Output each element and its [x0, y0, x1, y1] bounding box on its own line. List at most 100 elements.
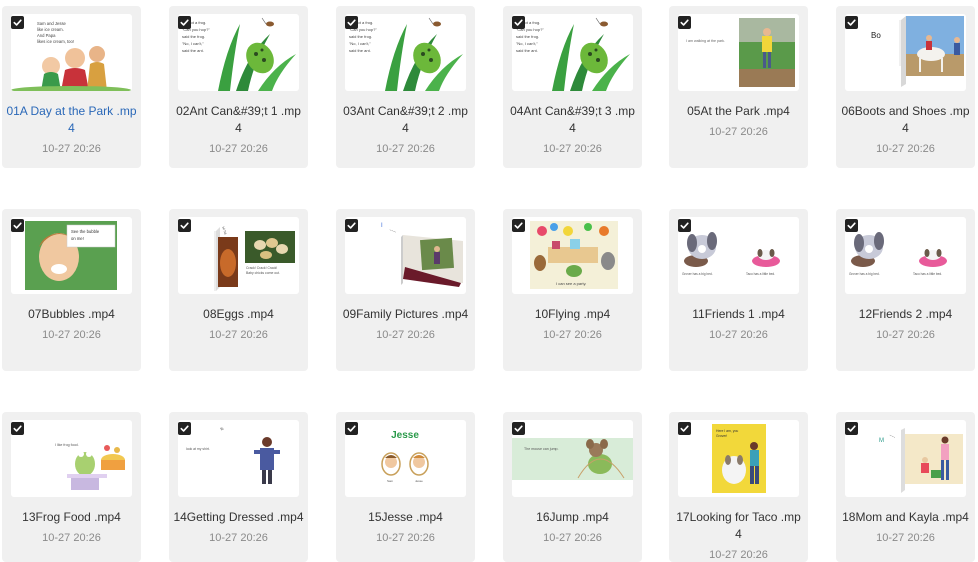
checkbox-checked-icon[interactable]: [178, 219, 191, 232]
svg-text:said the ant.: said the ant.: [516, 48, 538, 53]
file-card[interactable]: Hi ha Crack! Crack! Crack! Baby chicks com…: [169, 209, 308, 371]
svg-text:"No, I can't,": "No, I can't,": [182, 41, 204, 46]
svg-text:I like frog food.: I like frog food.: [55, 443, 79, 447]
file-name[interactable]: 12Friends 2 .mp4: [840, 306, 971, 323]
file-name[interactable]: 14Getting Dressed .mp4: [173, 509, 304, 526]
file-name[interactable]: 02Ant Can&#39;t 1 .mp4: [173, 103, 304, 137]
file-date: 10-27 20:26: [543, 329, 602, 341]
file-card[interactable]: I ~~~ 09Family Pictures .mp4 10-27 20:26: [336, 209, 475, 371]
file-name[interactable]: 05At the Park .mp4: [673, 103, 804, 120]
video-thumbnail[interactable]: Here I am, you Grover!: [678, 420, 799, 497]
file-name[interactable]: 01A Day at the Park .mp4: [6, 103, 137, 137]
file-card[interactable]: Jesse Sam Jesse 15Jesse .mp4 10-27 20:26: [336, 412, 475, 562]
video-thumbnail[interactable]: The mouse can jump.: [512, 420, 633, 497]
file-date: 10-27 20:26: [209, 143, 268, 155]
file-name[interactable]: 15Jesse .mp4: [340, 509, 471, 526]
checkbox-checked-icon[interactable]: [512, 422, 525, 435]
file-date: 10-27 20:26: [376, 143, 435, 155]
checkbox-checked-icon[interactable]: [845, 219, 858, 232]
file-date: 10-27 20:26: [876, 329, 935, 341]
svg-text:al: al: [219, 426, 225, 431]
checkbox-checked-icon[interactable]: [678, 422, 691, 435]
file-name[interactable]: 16Jump .mp4: [507, 509, 638, 526]
svg-text:Grover!: Grover!: [716, 434, 727, 438]
svg-text:said the frog.: said the frog.: [516, 34, 539, 39]
checkbox-checked-icon[interactable]: [345, 16, 358, 29]
file-name[interactable]: 08Eggs .mp4: [173, 306, 304, 323]
file-card[interactable]: I'm not a frog. "Can you hop?" said the fr…: [169, 6, 308, 168]
file-name[interactable]: 07Bubbles .mp4: [6, 306, 137, 323]
file-date: 10-27 20:26: [709, 549, 768, 561]
file-name[interactable]: 11Friends 1 .mp4: [673, 306, 804, 323]
checkbox-checked-icon[interactable]: [345, 219, 358, 232]
file-card[interactable]: look at my shirt. al 14Getting Dressed .mp…: [169, 412, 308, 562]
video-thumbnail[interactable]: I ~~~: [345, 217, 466, 294]
video-thumbnail[interactable]: look at my shirt. al: [178, 420, 299, 497]
file-date: 10-27 20:26: [42, 329, 101, 341]
checkbox-checked-icon[interactable]: [678, 219, 691, 232]
file-card[interactable]: I'm not a frog. "Can you hop?" said the fr…: [336, 6, 475, 168]
video-thumbnail[interactable]: I'm not a frog. "Can you hop?" said the fr…: [512, 14, 633, 91]
svg-text:Hi ha: Hi ha: [221, 226, 228, 235]
video-thumbnail[interactable]: Grover has a big bed. Taco has a little b…: [845, 217, 966, 294]
checkbox-checked-icon[interactable]: [11, 219, 24, 232]
checkbox-checked-icon[interactable]: [845, 16, 858, 29]
file-name[interactable]: 04Ant Can&#39;t 3 .mp4: [507, 103, 638, 137]
svg-text:Baby chicks come out.: Baby chicks come out.: [246, 271, 280, 275]
video-thumbnail[interactable]: Grover has a big bed. Taco has a little b…: [678, 217, 799, 294]
file-name[interactable]: 17Looking for Taco .mp4: [673, 509, 804, 543]
file-date: 10-27 20:26: [209, 532, 268, 544]
file-card[interactable]: See the bubble on me! 07Bubbles .mp4 10-27 …: [2, 209, 141, 371]
checkbox-checked-icon[interactable]: [845, 422, 858, 435]
checkbox-checked-icon[interactable]: [178, 422, 191, 435]
file-card[interactable]: I can see a party. 10Flying .mp4 10-27 20:…: [503, 209, 642, 371]
file-name[interactable]: 13Frog Food .mp4: [6, 509, 137, 526]
file-card[interactable]: I am walking at the park. 05At the Park .…: [669, 6, 808, 168]
file-card[interactable]: I like frog food. 13Frog Food .mp4 10-27 2…: [2, 412, 141, 562]
checkbox-checked-icon[interactable]: [345, 422, 358, 435]
svg-text:And Papa: And Papa: [37, 33, 56, 38]
file-card[interactable]: Bo~~ 06Boots and Shoes .mp4 10-27 20:26: [836, 6, 975, 168]
video-thumbnail[interactable]: I like frog food.: [11, 420, 132, 497]
video-thumbnail[interactable]: M ~~~: [845, 420, 966, 497]
svg-text:look at my shirt.: look at my shirt.: [186, 447, 210, 451]
svg-text:Grover has a big bed.: Grover has a big bed.: [849, 272, 880, 276]
video-thumbnail[interactable]: I'm not a frog. "Can you hop?" said the fr…: [345, 14, 466, 91]
svg-text:said the ant.: said the ant.: [182, 48, 204, 53]
video-thumbnail[interactable]: Bo~~: [845, 14, 966, 91]
file-name[interactable]: 10Flying .mp4: [507, 306, 638, 323]
video-thumbnail[interactable]: I am walking at the park.: [678, 14, 799, 91]
video-thumbnail[interactable]: See the bubble on me!: [11, 217, 132, 294]
file-card[interactable]: M ~~~ 18Mom and Kayla .mp4 10-27 20:26: [836, 412, 975, 562]
svg-text:~~~: ~~~: [889, 433, 896, 439]
file-card[interactable]: I'm not a frog. "Can you hop?" said the fr…: [503, 6, 642, 168]
file-name[interactable]: 06Boots and Shoes .mp4: [840, 103, 971, 137]
checkbox-checked-icon[interactable]: [11, 16, 24, 29]
file-card[interactable]: The mouse can jump. 16Jump .mp4 10-27 20:2…: [503, 412, 642, 562]
checkbox-checked-icon[interactable]: [512, 219, 525, 232]
file-date: 10-27 20:26: [543, 532, 602, 544]
file-card[interactable]: Grover has a big bed. Taco has a little b…: [669, 209, 808, 371]
svg-text:Taco has a little bed.: Taco has a little bed.: [913, 272, 942, 276]
file-card[interactable]: Grover has a big bed. Taco has a little b…: [836, 209, 975, 371]
file-name[interactable]: 03Ant Can&#39;t 2 .mp4: [340, 103, 471, 137]
video-thumbnail[interactable]: Jesse Sam Jesse: [345, 420, 466, 497]
svg-text:Grover has a big bed.: Grover has a big bed.: [682, 272, 713, 276]
file-card[interactable]: Sam and Jesse like ice cream. And Papa like…: [2, 6, 141, 168]
file-name[interactable]: 18Mom and Kayla .mp4: [840, 509, 971, 526]
video-thumbnail[interactable]: Sam and Jesse like ice cream. And Papa like…: [11, 14, 132, 91]
checkbox-checked-icon[interactable]: [178, 16, 191, 29]
file-name[interactable]: 09Family Pictures .mp4: [340, 306, 471, 323]
video-thumbnail[interactable]: Hi ha Crack! Crack! Crack! Baby chicks com…: [178, 217, 299, 294]
video-thumbnail[interactable]: I can see a party.: [512, 217, 633, 294]
file-date: 10-27 20:26: [209, 329, 268, 341]
checkbox-checked-icon[interactable]: [11, 422, 24, 435]
checkbox-checked-icon[interactable]: [512, 16, 525, 29]
checkbox-checked-icon[interactable]: [678, 16, 691, 29]
file-card[interactable]: Here I am, you Grover! 17Looking for Taco …: [669, 412, 808, 562]
video-thumbnail[interactable]: I'm not a frog. "Can you hop?" said the fr…: [178, 14, 299, 91]
svg-text:said the ant.: said the ant.: [349, 48, 371, 53]
svg-text:said the frog.: said the frog.: [349, 34, 372, 39]
svg-text:Jesse: Jesse: [391, 430, 419, 441]
svg-text:Jesse: Jesse: [415, 479, 423, 483]
